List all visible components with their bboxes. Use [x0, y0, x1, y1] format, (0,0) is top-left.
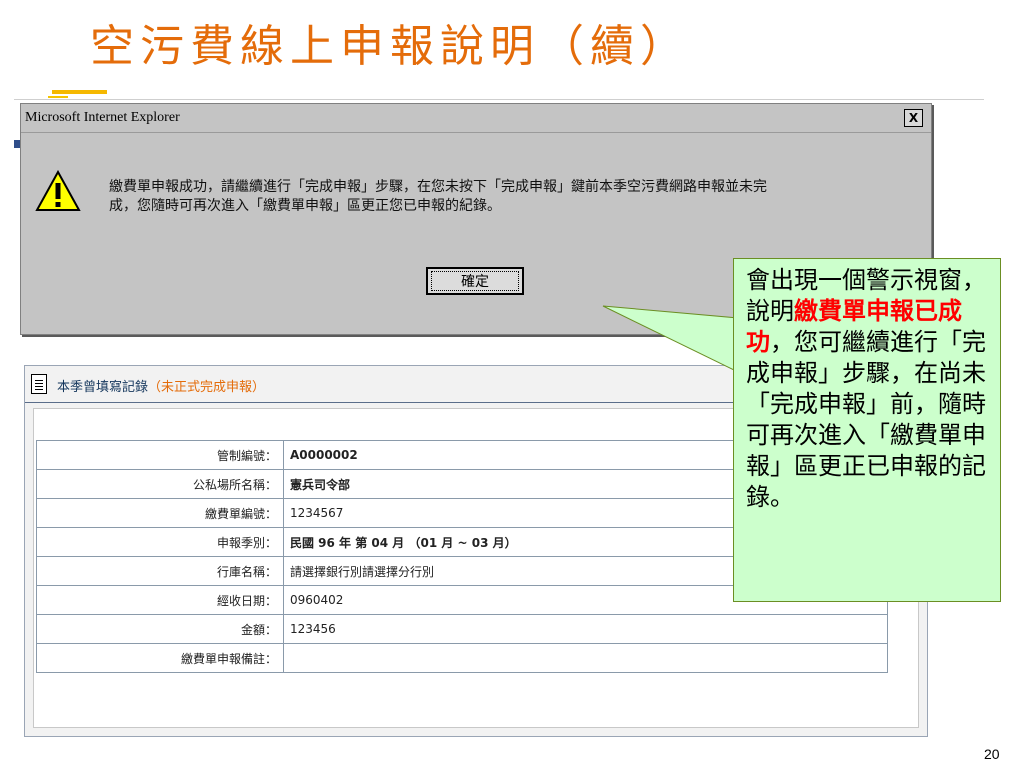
- dialog-titlebar: Microsoft Internet Explorer X: [21, 104, 931, 133]
- row-label: 繳費單編號：: [36, 498, 284, 528]
- panel-title-note: （未正式完成申報）: [148, 380, 266, 395]
- dialog-message-line: 成，您隨時可再次進入「繳費單申報」區更正您已申報的紀錄。: [109, 198, 501, 214]
- title-divider: [14, 99, 984, 100]
- callout-box: 會出現一個警示視窗，說明繳費單申報已成功，您可繼續進行「完成申報」步驟，在尚未「…: [733, 258, 1001, 602]
- callout-text-rest: ，您可繼續進行「完成申報」步驟，在尚未「完成申報」前，隨時可再次進入「繳費單申報…: [746, 328, 986, 511]
- warning-icon: [35, 170, 81, 211]
- table-row: 金額： 123456: [36, 614, 888, 644]
- close-button[interactable]: X: [904, 109, 923, 127]
- dialog-message-line: 繳費單申報成功，請繼續進行「完成申報」步驟，在您未按下「完成申報」鍵前本季空污費…: [109, 179, 767, 195]
- title-accent-bar-small: [48, 96, 68, 98]
- row-label: 公私場所名稱：: [36, 469, 284, 499]
- row-value: 123456: [283, 614, 888, 644]
- row-label: 經收日期：: [36, 585, 284, 615]
- ok-button[interactable]: 確定: [426, 267, 524, 295]
- row-label: 管制編號：: [36, 440, 284, 470]
- row-value: [283, 643, 888, 673]
- row-label: 行庫名稱：: [36, 556, 284, 586]
- dialog-message: 繳費單申報成功，請繼續進行「完成申報」步驟，在您未按下「完成申報」鍵前本季空污費…: [109, 178, 924, 216]
- dialog-title: Microsoft Internet Explorer: [25, 110, 180, 125]
- row-label: 繳費單申報備註：: [36, 643, 284, 673]
- row-label: 金額：: [36, 614, 284, 644]
- document-icon: [31, 374, 47, 394]
- panel-title: 本季曾填寫記錄（未正式完成申報）: [57, 376, 265, 395]
- panel-title-text: 本季曾填寫記錄: [57, 380, 149, 395]
- title-accent-bar: [52, 90, 107, 94]
- row-label: 申報季別：: [36, 527, 284, 557]
- page-number: 20: [984, 746, 1000, 762]
- ok-button-label: 確定: [431, 271, 519, 291]
- table-row: 繳費單申報備註：: [36, 643, 888, 673]
- slide-title: 空污費線上申報說明（續）: [90, 21, 690, 72]
